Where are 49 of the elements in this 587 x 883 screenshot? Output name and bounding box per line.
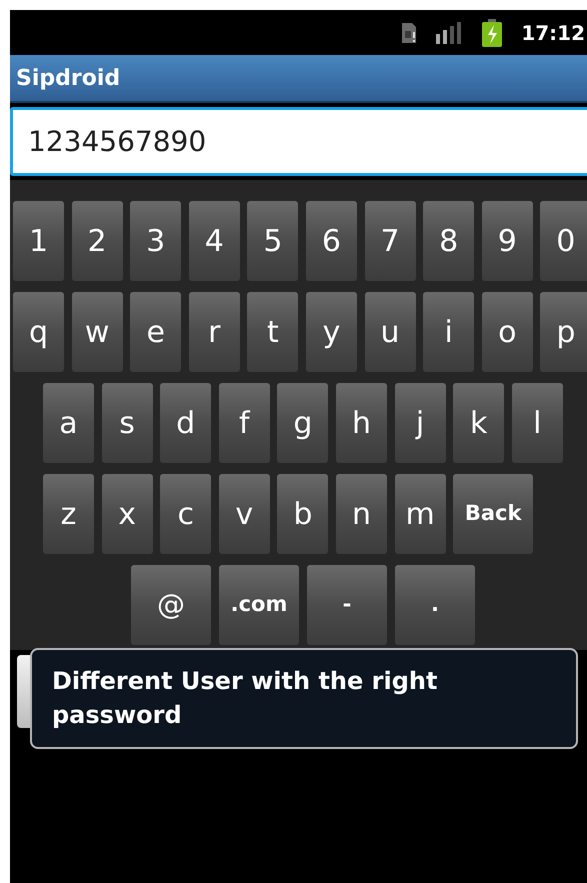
window-title: Sipdroid [16,64,120,92]
keyboard-key[interactable]: p [540,292,587,372]
signal-icon [435,22,464,44]
keyboard-key[interactable]: 7 [364,201,416,281]
keyboard-key[interactable]: l [512,383,563,463]
keyboard-key[interactable]: 5 [247,201,298,281]
keyboard-key[interactable]: e [130,292,182,372]
keyboard-key[interactable]: r [188,292,240,372]
keyboard-key[interactable]: g [277,383,328,463]
keyboard-key[interactable]: 9 [482,201,533,281]
keyboard-key[interactable]: d [160,383,212,463]
sim-card-icon [401,22,418,44]
status-time: 17:12 [521,20,585,46]
keyboard-key[interactable]: Back [453,474,534,554]
keyboard-key[interactable]: c [160,474,212,554]
keyboard-key[interactable]: @ [131,565,211,645]
keyboard-key[interactable]: n [336,474,387,554]
keyboard-key[interactable]: z [43,474,94,554]
keyboard-key[interactable]: a [43,383,94,463]
keyboard-key[interactable]: 2 [72,201,123,281]
keyboard-key[interactable]: f [218,383,270,463]
number-input-field[interactable]: 1234567890 [10,107,587,176]
keyboard-key[interactable]: v [218,474,270,554]
keyboard-key[interactable]: .com [219,565,299,645]
keyboard-key[interactable]: o [482,292,533,372]
keyboard-key[interactable]: 8 [423,201,474,281]
keyboard-key[interactable]: s [102,383,153,463]
keyboard-key[interactable]: h [336,383,387,463]
keyboard-key[interactable]: 4 [188,201,240,281]
keyboard-key[interactable]: 1 [13,201,64,281]
keyboard-key[interactable]: u [364,292,416,372]
keyboard-key[interactable]: w [72,292,123,372]
keyboard-key[interactable]: b [277,474,328,554]
keyboard-key[interactable]: x [102,474,153,554]
keyboard-key[interactable]: 3 [130,201,182,281]
keyboard-key[interactable]: 0 [540,201,587,281]
keyboard-key[interactable]: m [394,474,446,554]
keyboard-key[interactable]: . [395,565,475,645]
keyboard-key[interactable]: 6 [306,201,357,281]
keyboard-key[interactable]: - [307,565,387,645]
button-edge[interactable] [17,655,31,728]
keyboard-key[interactable]: t [247,292,298,372]
keyboard-key[interactable]: y [306,292,357,372]
keyboard-key[interactable]: i [423,292,474,372]
toast-message: Different User with the right password [52,666,438,731]
battery-charging-icon [481,18,504,46]
keyboard-key[interactable]: j [394,383,446,463]
keyboard-key[interactable]: k [453,383,504,463]
keyboard-key[interactable]: q [13,292,64,372]
